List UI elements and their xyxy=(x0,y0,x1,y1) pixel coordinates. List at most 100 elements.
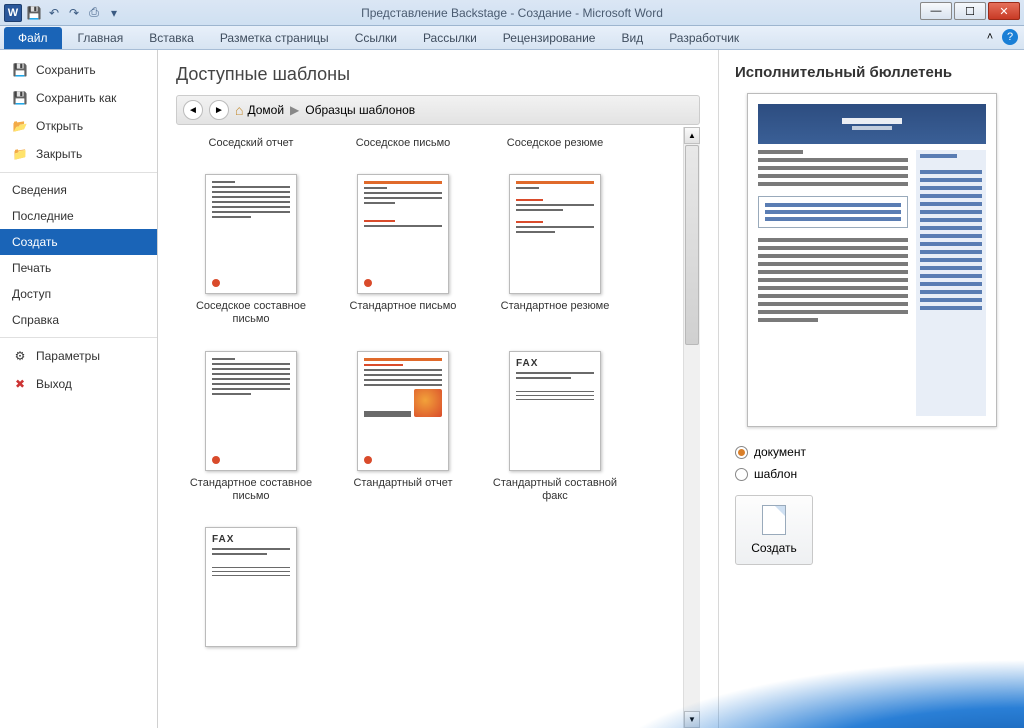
document-icon xyxy=(762,505,786,535)
template-label: Соседское письмо xyxy=(356,137,451,150)
create-as-group: документ шаблон xyxy=(735,445,1008,481)
folder-open-icon: 📂 xyxy=(12,118,28,134)
redo-icon[interactable]: ↷ xyxy=(66,5,82,21)
breadcrumb-home-label: Домой xyxy=(247,103,284,117)
nav-label: Сохранить xyxy=(36,63,96,77)
breadcrumb-current[interactable]: Образцы шаблонов xyxy=(305,103,415,117)
radio-document[interactable]: документ xyxy=(735,445,1008,459)
nav-label: Выход xyxy=(36,377,72,391)
nav-label: Печать xyxy=(12,261,51,275)
breadcrumb-home[interactable]: ⌂ Домой xyxy=(235,102,284,118)
template-label: Соседское резюме xyxy=(507,137,603,150)
nav-print[interactable]: Печать xyxy=(0,255,157,281)
preview-header xyxy=(758,104,986,144)
breadcrumb: ◄ ► ⌂ Домой ▶ Образцы шаблонов xyxy=(176,95,700,125)
nav-label: Справка xyxy=(12,313,59,327)
nav-label: Сведения xyxy=(12,183,67,197)
nav-label: Последние xyxy=(12,209,74,223)
quick-access-toolbar: W 💾 ↶ ↷ ⎙ ▾ xyxy=(0,4,122,22)
radio-icon xyxy=(735,446,748,459)
template-item[interactable]: Стандартное резюме xyxy=(480,174,630,326)
radio-template[interactable]: шаблон xyxy=(735,467,1008,481)
breadcrumb-separator-icon: ▶ xyxy=(290,103,299,117)
template-item[interactable]: FAX xyxy=(176,527,326,653)
nav-new[interactable]: Создать xyxy=(0,229,157,255)
word-app-icon[interactable]: W xyxy=(4,4,22,22)
tab-developer[interactable]: Разработчик xyxy=(659,27,749,49)
backstage-view: 💾 Сохранить 💾 Сохранить как 📂 Открыть 📁 Закр… xyxy=(0,50,1024,728)
minimize-ribbon-icon[interactable]: ˄ xyxy=(982,29,998,45)
nav-label: Доступ xyxy=(12,287,51,301)
template-thumbnail: FAX xyxy=(509,351,601,471)
tab-insert[interactable]: Вставка xyxy=(139,27,204,49)
save-as-icon: 💾 xyxy=(12,90,28,106)
undo-icon[interactable]: ↶ xyxy=(46,5,62,21)
templates-heading: Доступные шаблоны xyxy=(176,64,700,85)
template-label: Соседское составное письмо xyxy=(181,300,321,326)
template-item[interactable]: Соседский отчет xyxy=(176,131,326,150)
nav-help[interactable]: Справка xyxy=(0,307,157,333)
template-label: Стандартный отчет xyxy=(353,477,452,490)
template-item[interactable]: Стандартное письмо xyxy=(328,174,478,326)
nav-close[interactable]: 📁 Закрыть xyxy=(0,140,157,168)
window-title: Представление Backstage - Создание - Mic… xyxy=(0,6,1024,20)
templates-pane: Доступные шаблоны ◄ ► ⌂ Домой ▶ Образцы … xyxy=(158,50,718,728)
create-button-label: Создать xyxy=(751,541,797,555)
nav-label: Параметры xyxy=(36,349,100,363)
scroll-down-button[interactable]: ▼ xyxy=(684,711,700,728)
template-thumbnail xyxy=(205,174,297,294)
tab-home[interactable]: Главная xyxy=(68,27,134,49)
template-thumbnail xyxy=(509,174,601,294)
nav-save-as[interactable]: 💾 Сохранить как xyxy=(0,84,157,112)
nav-exit[interactable]: ✖ Выход xyxy=(0,370,157,398)
maximize-button[interactable]: ☐ xyxy=(954,2,986,20)
tab-view[interactable]: Вид xyxy=(611,27,653,49)
nav-label: Закрыть xyxy=(36,147,82,161)
folder-close-icon: 📁 xyxy=(12,146,28,162)
breadcrumb-back-button[interactable]: ◄ xyxy=(183,100,203,120)
radio-icon xyxy=(735,468,748,481)
close-button[interactable]: ✕ xyxy=(988,2,1020,20)
scroll-thumb[interactable] xyxy=(685,145,699,345)
tab-page-layout[interactable]: Разметка страницы xyxy=(210,27,339,49)
nav-label: Сохранить как xyxy=(36,91,116,105)
template-preview xyxy=(747,93,997,427)
minimize-button[interactable]: — xyxy=(920,2,952,20)
tab-mailings[interactable]: Рассылки xyxy=(413,27,487,49)
tab-references[interactable]: Ссылки xyxy=(345,27,407,49)
template-label: Стандартное составное письмо xyxy=(181,477,321,503)
save-icon[interactable]: 💾 xyxy=(26,5,42,21)
exit-icon: ✖ xyxy=(12,376,28,392)
scroll-up-button[interactable]: ▲ xyxy=(684,127,700,144)
template-item[interactable]: Соседское письмо xyxy=(328,131,478,150)
template-thumbnail xyxy=(357,351,449,471)
nav-recent[interactable]: Последние xyxy=(0,203,157,229)
template-thumbnail xyxy=(357,174,449,294)
template-item[interactable]: FAXСтандартный составной факс xyxy=(480,351,630,503)
create-button[interactable]: Создать xyxy=(735,495,813,565)
backstage-nav: 💾 Сохранить 💾 Сохранить как 📂 Открыть 📁 Закр… xyxy=(0,50,158,728)
templates-scroll-area: Соседский отчет Соседское письмо Соседское… xyxy=(176,127,700,728)
nav-info[interactable]: Сведения xyxy=(0,172,157,203)
nav-share[interactable]: Доступ xyxy=(0,281,157,307)
nav-label: Открыть xyxy=(36,119,83,133)
template-item[interactable]: Соседское составное письмо xyxy=(176,174,326,326)
options-icon: ⚙ xyxy=(12,348,28,364)
tab-review[interactable]: Рецензирование xyxy=(493,27,606,49)
save-icon: 💾 xyxy=(12,62,28,78)
template-thumbnail: FAX xyxy=(205,527,297,647)
template-item[interactable]: Стандартный отчет xyxy=(328,351,478,503)
nav-open[interactable]: 📂 Открыть xyxy=(0,112,157,140)
breadcrumb-forward-button[interactable]: ► xyxy=(209,100,229,120)
preview-title: Исполнительный бюллетень xyxy=(735,64,1008,81)
scrollbar: ▲ ▼ xyxy=(683,127,700,728)
home-icon: ⌂ xyxy=(235,102,243,118)
file-tab[interactable]: Файл xyxy=(4,27,62,49)
help-icon[interactable]: ? xyxy=(1002,29,1018,45)
nav-save[interactable]: 💾 Сохранить xyxy=(0,56,157,84)
template-item[interactable]: Соседское резюме xyxy=(480,131,630,150)
print-icon[interactable]: ⎙ xyxy=(86,5,102,21)
qat-customize-icon[interactable]: ▾ xyxy=(106,5,122,21)
nav-options[interactable]: ⚙ Параметры xyxy=(0,337,157,370)
template-item[interactable]: Стандартное составное письмо xyxy=(176,351,326,503)
